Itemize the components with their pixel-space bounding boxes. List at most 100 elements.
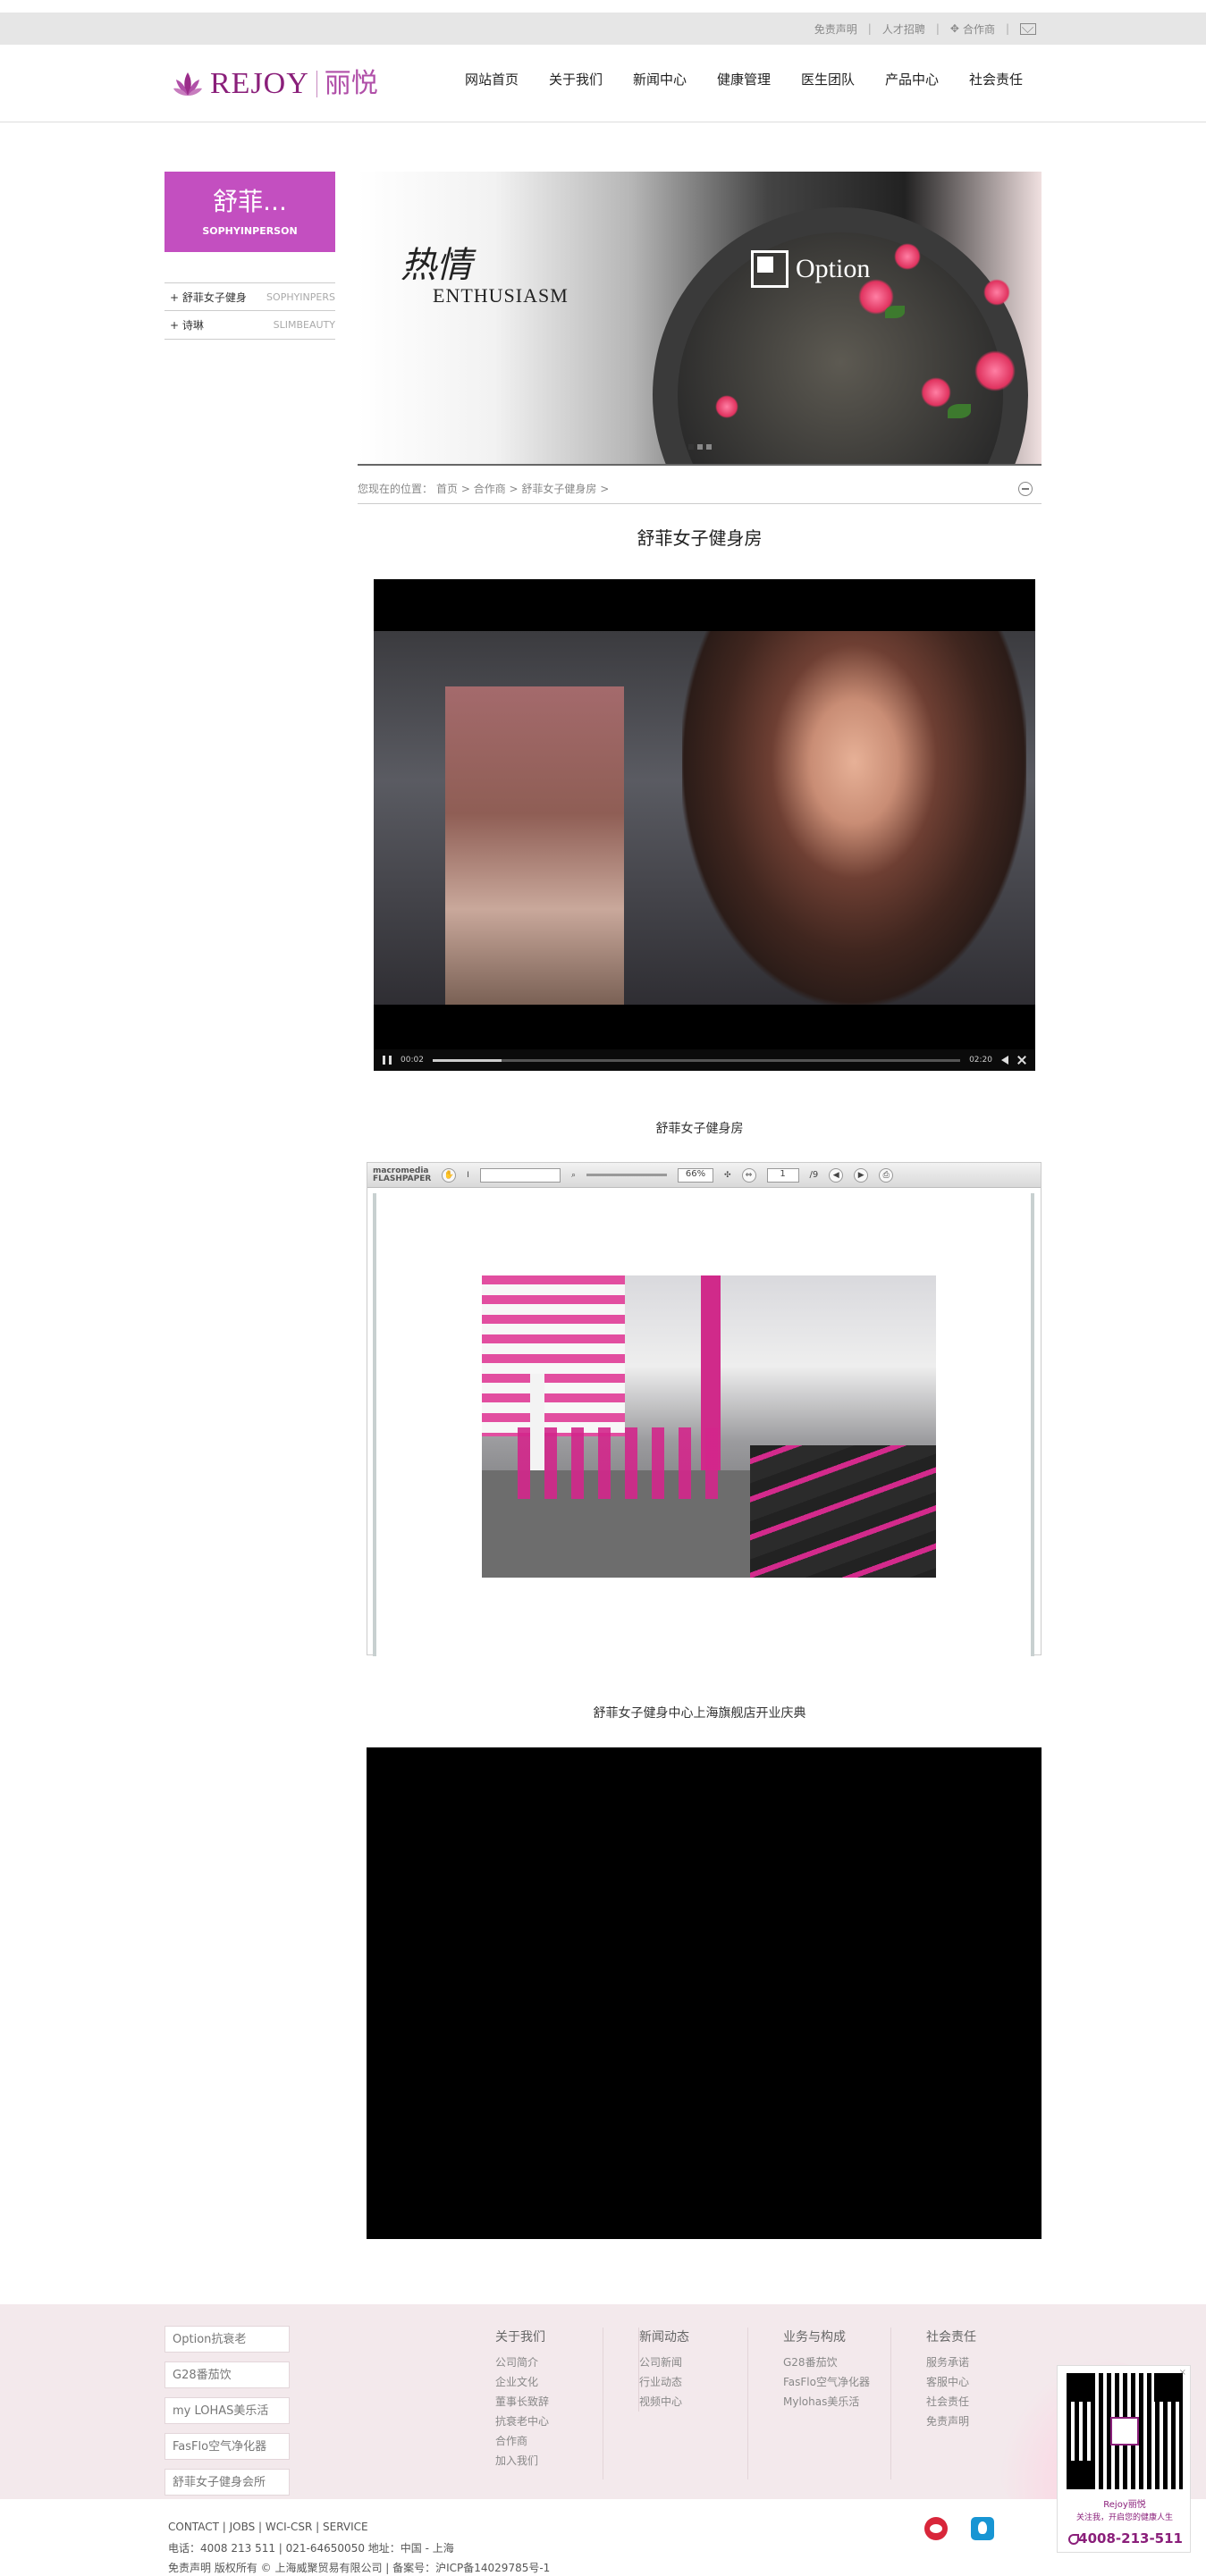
- footer-link-g28[interactable]: G28番茄饮: [164, 2361, 290, 2388]
- flower-decor: [715, 395, 738, 418]
- mail-icon[interactable]: [1020, 22, 1036, 35]
- footer-col-item[interactable]: 客服中心: [926, 2372, 1060, 2392]
- fullscreen-icon[interactable]: [1017, 1056, 1026, 1065]
- hand-tool-icon[interactable]: ✋: [442, 1167, 457, 1183]
- video-time-total: 02:20: [969, 1056, 992, 1065]
- hero-brand: Option: [751, 250, 870, 288]
- volume-icon[interactable]: [1001, 1056, 1008, 1065]
- flashpaper-toolbar: macromedia FLASHPAPER ✋ I ⌕ 66% ✣ ⇔ 1 /9…: [367, 1163, 1041, 1188]
- footer-col-item[interactable]: 合作商: [495, 2431, 629, 2451]
- flashpaper-logo: macromedia FLASHPAPER: [373, 1166, 432, 1183]
- hero-banner: 热情 ENTHUSIASM Option: [358, 172, 1042, 464]
- prev-page-icon[interactable]: ◀: [829, 1167, 844, 1183]
- footer-col-item[interactable]: 免责声明: [926, 2412, 1060, 2431]
- nav-csr[interactable]: 社会责任: [969, 70, 1053, 88]
- footer-col-item[interactable]: 董事长致辞: [495, 2392, 629, 2412]
- weibo-icon[interactable]: [924, 2517, 948, 2540]
- footer-col-item[interactable]: FasFlo空气净化器: [783, 2372, 917, 2392]
- print-icon[interactable]: ⎙: [879, 1167, 894, 1183]
- nav-health[interactable]: 健康管理: [717, 70, 801, 88]
- nav-about[interactable]: 关于我们: [549, 70, 633, 88]
- nav-home[interactable]: 网站首页: [465, 70, 549, 88]
- flower-decor: [983, 279, 1010, 306]
- jobs-link[interactable]: 人才招聘: [882, 21, 925, 37]
- footer-col-item[interactable]: 行业动态: [639, 2372, 772, 2392]
- top-utility-bar: 免责声明 | 人才招聘 | ✥ 合作商 |: [0, 13, 1206, 45]
- sidebar-item-slimbeauty[interactable]: + 诗琳 SLIMBEAUTY: [164, 311, 335, 340]
- divider: [358, 464, 1042, 466]
- zoom-value[interactable]: 66%: [677, 1167, 713, 1183]
- fit-icon[interactable]: ✣: [724, 1171, 731, 1180]
- footer-col-item[interactable]: Mylohas美乐活: [783, 2392, 917, 2412]
- footer-contact-links[interactable]: CONTACT | JOBS | WCI-CSR | SERVICE: [168, 2521, 368, 2533]
- hero-dot[interactable]: [688, 444, 694, 450]
- video-progress-bar[interactable]: [432, 1058, 961, 1062]
- qq-icon[interactable]: [971, 2517, 994, 2540]
- footer-link-option[interactable]: Option抗衰老: [164, 2326, 290, 2353]
- leaf-decor: [948, 404, 971, 418]
- footer-col-item[interactable]: 视频中心: [639, 2392, 772, 2412]
- search-input[interactable]: [479, 1167, 561, 1183]
- footer-col-title: 社会责任: [926, 2330, 976, 2344]
- text-select-icon[interactable]: I: [467, 1171, 469, 1180]
- flashpaper-viewer[interactable]: macromedia FLASHPAPER ✋ I ⌕ 66% ✣ ⇔ 1 /9…: [367, 1162, 1042, 1656]
- leaf-decor: [885, 306, 905, 318]
- footer-col-item[interactable]: 服务承诺: [926, 2353, 1060, 2372]
- footer-col-item[interactable]: 公司新闻: [639, 2353, 772, 2372]
- disclaimer-link[interactable]: 免责声明: [814, 21, 857, 37]
- back-icon[interactable]: [1018, 482, 1033, 496]
- qr-label: Rejoy丽悦: [1103, 2500, 1146, 2510]
- video-player-opening[interactable]: [367, 1747, 1042, 2239]
- flower-decor: [894, 243, 921, 270]
- nav-news[interactable]: 新闻中心: [633, 70, 717, 88]
- footer-link-mylohas[interactable]: my LOHAS美乐活: [164, 2397, 290, 2424]
- video-person-left: [445, 686, 624, 1005]
- hero-en-title: ENTHUSIASM: [433, 284, 569, 307]
- flower-decor: [921, 377, 951, 408]
- partners-link[interactable]: ✥ 合作商: [950, 21, 995, 37]
- sidebar-item-sophy[interactable]: + 舒菲女子健身 SOPHYINPERS: [164, 282, 335, 311]
- sidebar-banner-title: 舒菲...: [213, 187, 287, 216]
- footer-col-item[interactable]: 社会责任: [926, 2392, 1060, 2412]
- page-number-input[interactable]: 1: [766, 1167, 799, 1183]
- logo[interactable]: REJOY 丽悦: [173, 66, 378, 102]
- search-icon[interactable]: ⌕: [571, 1171, 576, 1180]
- footer-brand-links: Option抗衰老 G28番茄饮 my LOHAS美乐活 FasFlo空气净化器…: [164, 2326, 424, 2496]
- qr-widget: × Rejoy丽悦 关注我，开启您的健康人生 4008-213-511: [1057, 2365, 1191, 2553]
- nav-products[interactable]: 产品中心: [885, 70, 969, 88]
- footer-col-business: 业务与构成 G28番茄饮 FasFlo空气净化器 Mylohas美乐活: [783, 2328, 917, 2412]
- video-person-right: [682, 631, 1026, 1005]
- video-caption-opening: 舒菲女子健身中心上海旗舰店开业庆典: [593, 1706, 806, 1721]
- next-page-icon[interactable]: ▶: [854, 1167, 869, 1183]
- logo-text-en: REJOY: [210, 67, 309, 100]
- pause-icon[interactable]: [383, 1056, 392, 1065]
- footer-link-fasflo[interactable]: FasFlo空气净化器: [164, 2433, 290, 2460]
- footer-col-item[interactable]: 加入我们: [495, 2451, 629, 2471]
- zoom-slider[interactable]: [586, 1174, 667, 1176]
- footer-col-item[interactable]: 公司简介: [495, 2353, 629, 2372]
- fit-width-icon[interactable]: ⇔: [741, 1167, 756, 1183]
- breadcrumb-label: 您现在的位置：: [358, 483, 434, 495]
- top-links: 免责声明 | 人才招聘 | ✥ 合作商 |: [814, 13, 1036, 45]
- footer-col-title: 新闻动态: [639, 2330, 689, 2344]
- breadcrumb-path[interactable]: 首页 > 合作商 > 舒菲女子健身房 >: [436, 481, 609, 496]
- hotline-number: 4008-213-511: [1078, 2530, 1183, 2547]
- footer-col-item[interactable]: G28番茄饮: [783, 2353, 917, 2372]
- partners-label: 合作商: [962, 22, 995, 36]
- hero-dot[interactable]: [697, 444, 703, 450]
- video-controls: 00:02 02:20: [374, 1049, 1035, 1071]
- site-footer: Option抗衰老 G28番茄饮 my LOHAS美乐活 FasFlo空气净化器…: [0, 2304, 1206, 2499]
- video-frame: [374, 631, 1035, 1005]
- sidebar-item-en: SLIMBEAUTY: [273, 319, 335, 331]
- footer-col-about: 关于我们 公司简介 企业文化 董事长致辞 抗衰老中心 合作商 加入我们: [495, 2328, 629, 2471]
- sidebar-banner: 舒菲... SOPHYINPERSON: [164, 172, 335, 252]
- hero-cn-title: 热情: [401, 245, 472, 286]
- video-player[interactable]: 00:02 02:20: [374, 579, 1035, 1071]
- footer-col-title: 关于我们: [495, 2330, 545, 2344]
- hero-dot[interactable]: [706, 444, 712, 450]
- site-header: REJOY 丽悦 网站首页 关于我们 新闻中心 健康管理 医生团队 产品中心 社…: [0, 45, 1206, 122]
- footer-link-sophy[interactable]: 舒菲女子健身会所: [164, 2469, 290, 2496]
- footer-col-item[interactable]: 企业文化: [495, 2372, 629, 2392]
- nav-doctors[interactable]: 医生团队: [801, 70, 885, 88]
- footer-col-item[interactable]: 抗衰老中心: [495, 2412, 629, 2431]
